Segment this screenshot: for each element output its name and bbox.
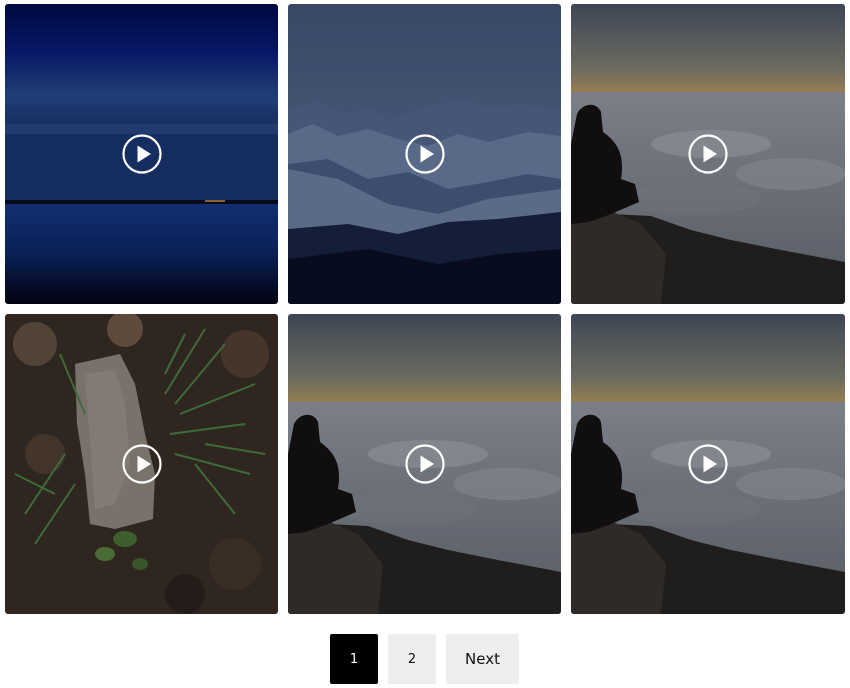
pagination: 1 2 Next (330, 634, 519, 684)
play-icon[interactable] (404, 134, 445, 174)
play-icon[interactable] (688, 444, 728, 484)
video-thumbnail-1[interactable] (5, 4, 278, 304)
play-icon[interactable] (688, 134, 728, 174)
video-thumbnail-5[interactable] (288, 314, 561, 614)
page-2-button[interactable]: 2 (388, 634, 436, 684)
video-thumbnail-4[interactable] (5, 314, 278, 614)
page-1-button[interactable]: 1 (330, 634, 378, 684)
video-gallery (5, 4, 845, 614)
next-page-button[interactable]: Next (446, 634, 519, 684)
video-thumbnail-3[interactable] (571, 4, 845, 304)
play-icon[interactable] (404, 444, 445, 484)
video-thumbnail-2[interactable] (288, 4, 561, 304)
video-thumbnail-6[interactable] (571, 314, 845, 614)
play-icon[interactable] (121, 444, 162, 484)
play-icon[interactable] (121, 134, 162, 174)
